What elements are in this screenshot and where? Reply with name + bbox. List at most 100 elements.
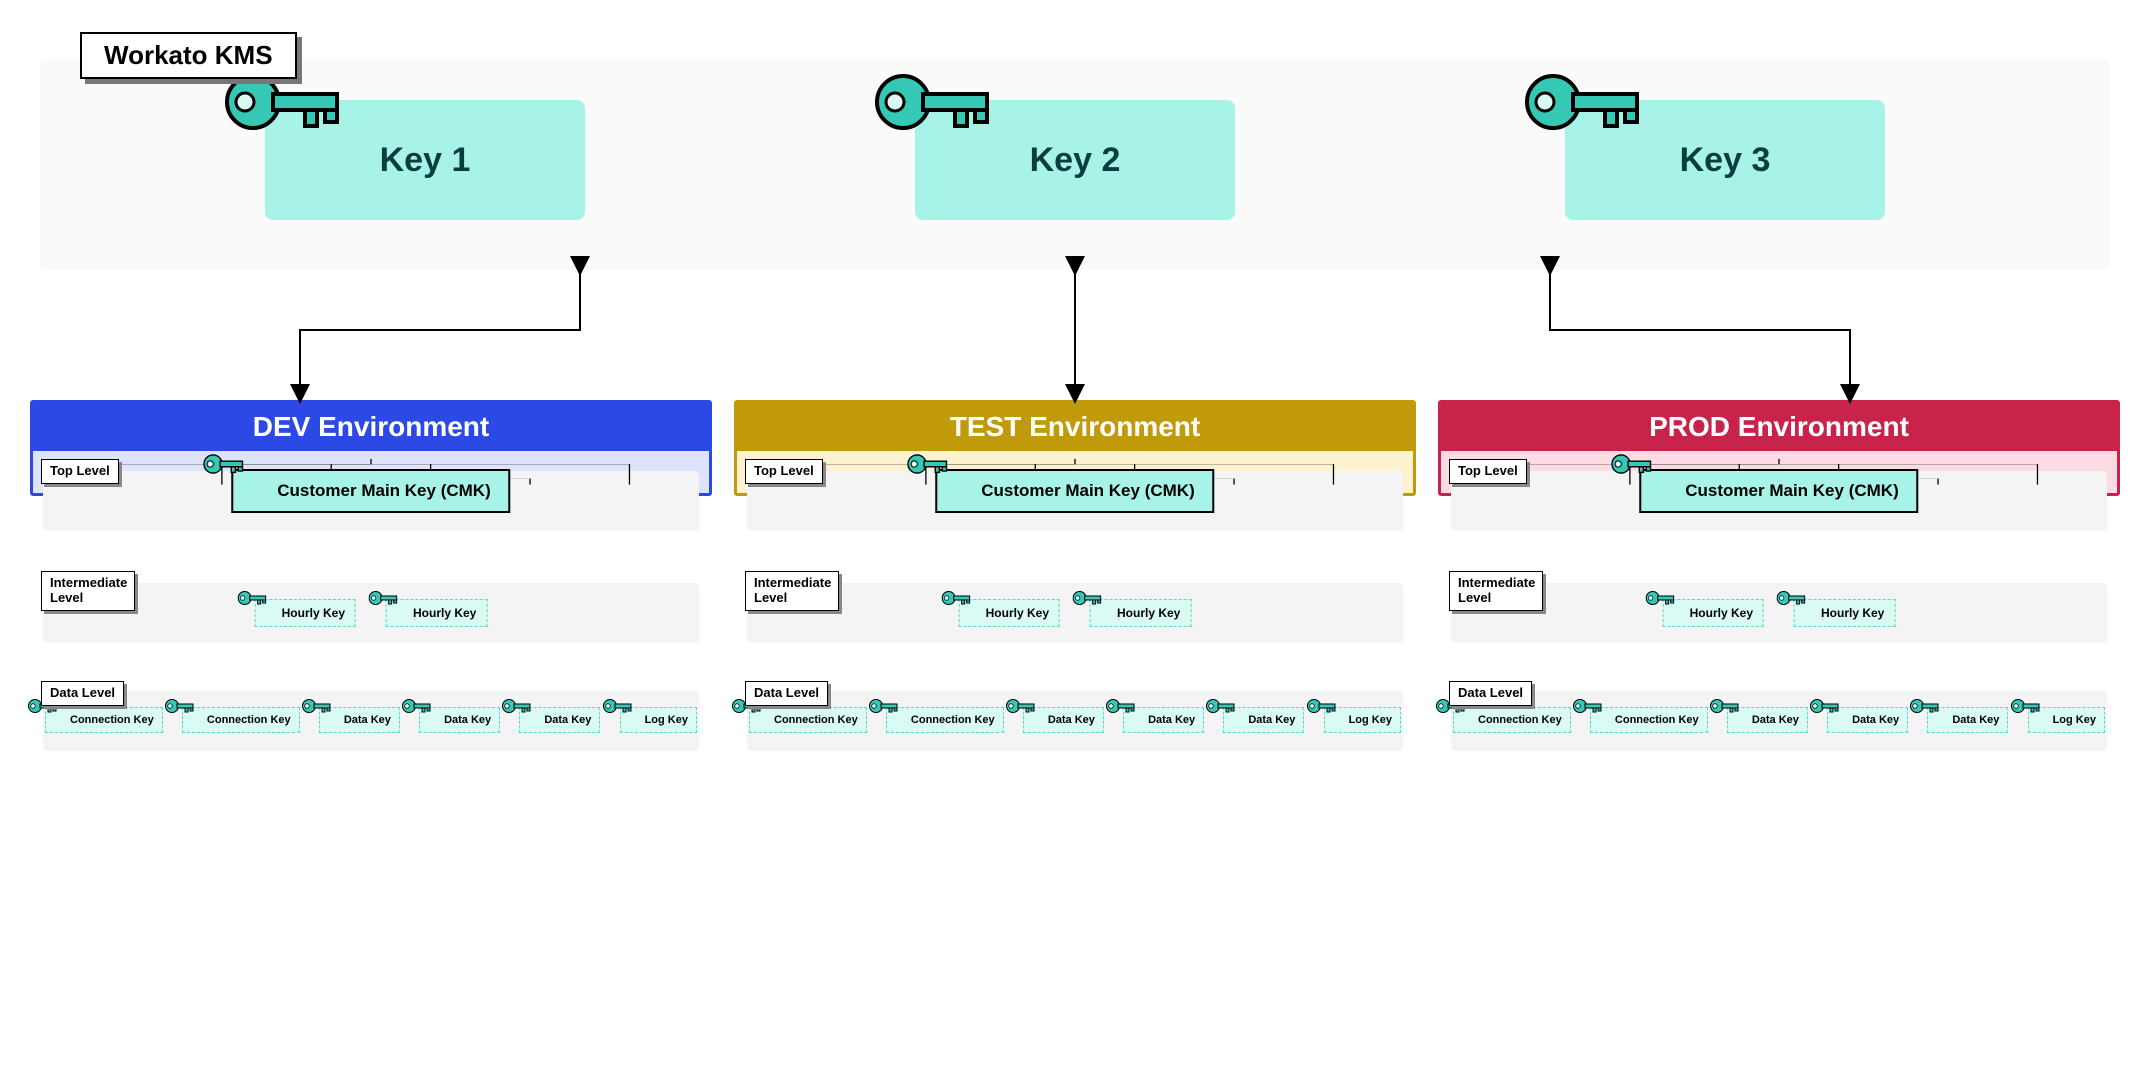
data-key-row: Connection Key Connection Key Data Key D… [1453,707,2105,733]
kms-key-card-3: Key 3 [1565,100,1885,220]
data-key-label: Connection Key [70,714,154,726]
key-icon [1646,590,1676,609]
connector-arrows [30,260,2120,400]
data-key-label: Data Key [1752,714,1799,726]
environments-row: DEV Environment Top Level Intermediate L… [30,400,2120,496]
data-key-box: Log Key [1324,707,1401,733]
arrow-key3-prod [1490,260,1890,400]
key-icon [369,590,399,609]
data-key-row: Connection Key Connection Key Data Key D… [749,707,1401,733]
data-key-box: Data Key [1727,707,1808,733]
data-key-box: Connection Key [182,707,300,733]
env-body: Top Level Intermediate Level Data Level … [737,451,1413,493]
env-body: Top Level Intermediate Level Data Level … [33,451,709,493]
level-label-data: Data Level [1449,681,1532,706]
data-key-box: Data Key [1827,707,1908,733]
cmk-box: Customer Main Key (CMK) [231,469,510,513]
data-key-label: Connection Key [207,714,291,726]
data-key-box: Log Key [2028,707,2105,733]
data-key-label: Data Key [544,714,591,726]
kms-title-label: Workato KMS [80,32,297,79]
env-test: TEST Environment Top Level Intermediate … [734,400,1416,496]
cmk-box: Customer Main Key (CMK) [1639,469,1918,513]
key-icon [907,453,949,480]
data-key-label: Data Key [344,714,391,726]
hourly-label: Hourly Key [1117,606,1180,620]
hourly-row: Hourly Key Hourly Key [1663,599,1896,627]
hourly-key-box: Hourly Key [1090,599,1191,627]
data-key-box: Data Key [1223,707,1304,733]
key-icon [1073,590,1103,609]
env-title: TEST Environment [737,403,1413,451]
level-label-top: Top Level [1449,459,1527,484]
level-label-mid: Intermediate Level [41,571,135,611]
key-icon [1810,698,1840,717]
data-key-box: Data Key [519,707,600,733]
env-title: PROD Environment [1441,403,2117,451]
data-key-label: Connection Key [1615,714,1699,726]
key-icon [869,698,899,717]
data-key-label: Log Key [645,714,688,726]
cmk-box: Customer Main Key (CMK) [935,469,1214,513]
key-icon [1611,453,1653,480]
cmk-label: Customer Main Key (CMK) [981,481,1194,500]
env-dev: DEV Environment Top Level Intermediate L… [30,400,712,496]
env-title: DEV Environment [33,403,709,451]
data-key-box: Connection Key [45,707,163,733]
level-label-data: Data Level [745,681,828,706]
key-icon [203,453,245,480]
data-key-label: Data Key [1952,714,1999,726]
key-icon [502,698,532,717]
kms-section: Workato KMS Key 1 Key 2 Key 3 [40,60,2110,270]
data-key-label: Connection Key [774,714,858,726]
key-icon [1710,698,1740,717]
data-key-box: Connection Key [749,707,867,733]
arrow-key2-test [1045,260,1105,400]
data-key-box: Data Key [1023,707,1104,733]
level-label-top: Top Level [745,459,823,484]
key-icon [875,72,995,141]
data-key-label: Log Key [2053,714,2096,726]
kms-key-card-1: Key 1 [265,100,585,220]
key-icon [942,590,972,609]
hourly-key-box: Hourly Key [1794,599,1895,627]
key-icon [1910,698,1940,717]
level-label-data: Data Level [41,681,124,706]
kms-key-label: Key 2 [1030,141,1121,180]
key-icon [1206,698,1236,717]
data-key-label: Data Key [1148,714,1195,726]
hourly-key-box: Hourly Key [1663,599,1764,627]
hourly-label: Hourly Key [413,606,476,620]
key-icon [603,698,633,717]
hourly-row: Hourly Key Hourly Key [255,599,488,627]
data-key-box: Connection Key [1590,707,1708,733]
data-key-box: Data Key [419,707,500,733]
level-label-mid: Intermediate Level [1449,571,1543,611]
env-body: Top Level Intermediate Level Data Level … [1441,451,2117,493]
kms-box: Key 1 Key 2 Key 3 [40,60,2110,270]
key-icon [1307,698,1337,717]
kms-key-label: Key 1 [380,141,471,180]
data-key-label: Connection Key [911,714,995,726]
cmk-label: Customer Main Key (CMK) [1685,481,1898,500]
data-key-label: Data Key [444,714,491,726]
kms-key-card-2: Key 2 [915,100,1235,220]
hourly-key-box: Hourly Key [959,599,1060,627]
env-prod: PROD Environment Top Level Intermediate … [1438,400,2120,496]
data-key-box: Connection Key [886,707,1004,733]
data-key-box: Data Key [319,707,400,733]
key-icon [1006,698,1036,717]
data-key-label: Data Key [1048,714,1095,726]
hourly-label: Hourly Key [1690,606,1753,620]
data-key-label: Connection Key [1478,714,1562,726]
key-icon [1106,698,1136,717]
hourly-key-box: Hourly Key [386,599,487,627]
key-icon [165,698,195,717]
key-icon [225,72,345,141]
data-key-label: Data Key [1852,714,1899,726]
hourly-label: Hourly Key [1821,606,1884,620]
hourly-label: Hourly Key [986,606,1049,620]
cmk-label: Customer Main Key (CMK) [277,481,490,500]
data-key-label: Log Key [1349,714,1392,726]
data-key-box: Connection Key [1453,707,1571,733]
